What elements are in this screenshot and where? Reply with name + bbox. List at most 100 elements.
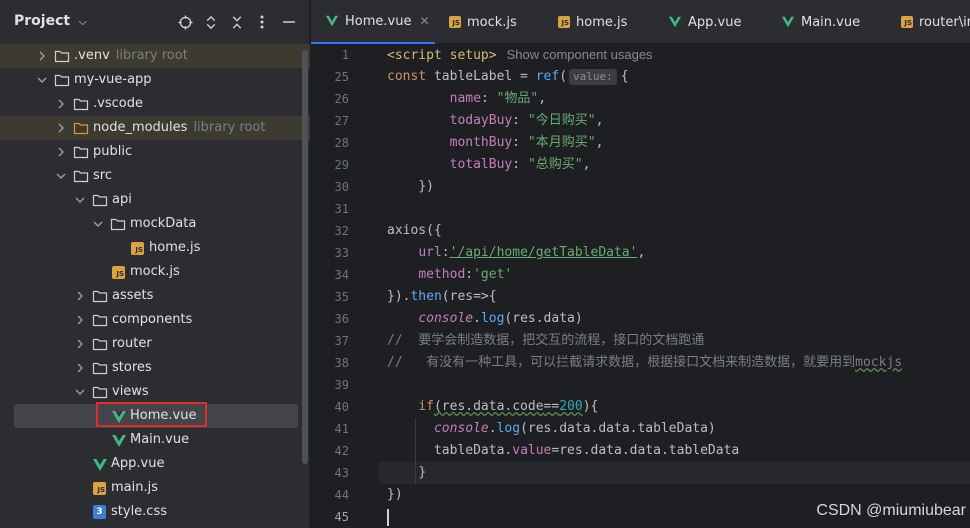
tree-item-mock-js[interactable]: JS mock.js xyxy=(0,260,310,284)
tree-item-home-js[interactable]: JS home.js xyxy=(0,236,310,260)
tree-item-venv[interactable]: .venv library root xyxy=(0,44,310,68)
tree-item-label: components xyxy=(112,312,193,327)
chevron-right-icon[interactable] xyxy=(36,44,48,68)
tree-item-mockdata[interactable]: mockData xyxy=(0,212,310,236)
code-token: tableData. xyxy=(433,443,513,458)
expand-all-icon[interactable] xyxy=(201,11,221,33)
collapse-all-icon[interactable] xyxy=(227,11,247,33)
tree-item-style-css[interactable]: 3 style.css xyxy=(0,500,310,524)
vue-file-icon xyxy=(668,16,682,28)
code-token: (res.data.data.tableData) xyxy=(520,421,716,436)
code-token: if xyxy=(418,399,434,414)
tree-item-stores[interactable]: stores xyxy=(0,356,310,380)
chevron-right-icon[interactable] xyxy=(74,332,86,356)
folder-icon xyxy=(73,170,89,183)
script-tag: <script setup> xyxy=(387,48,497,63)
tree-item-label: .venv xyxy=(74,48,110,63)
code-line: console.log(res.data.data.tableData) xyxy=(387,418,716,440)
js-file-icon: JS xyxy=(131,242,144,255)
tree-item-my-vue-app[interactable]: my-vue-app xyxy=(0,68,310,92)
code-line: <script setup> Show component usages xyxy=(387,44,653,66)
tab-label: Main.vue xyxy=(801,14,861,30)
code-token: 'get' xyxy=(473,267,513,282)
code-area[interactable]: <script setup> Show component usages cons… xyxy=(311,44,970,528)
code-token: ){ xyxy=(582,399,599,414)
chevron-down-icon[interactable] xyxy=(74,380,86,404)
code-token: console xyxy=(418,311,474,326)
hide-panel-icon[interactable] xyxy=(279,11,299,33)
vue-file-icon xyxy=(781,16,795,28)
chevron-right-icon[interactable] xyxy=(55,140,67,164)
chevron-down-icon[interactable] xyxy=(36,68,48,92)
tree-item-label: App.vue xyxy=(111,456,165,471)
vue-file-icon xyxy=(112,435,126,447)
tree-item-components[interactable]: components xyxy=(0,308,310,332)
vue-file-icon xyxy=(325,15,339,27)
vue-file-icon xyxy=(93,459,107,471)
code-token: then xyxy=(410,289,442,304)
tab-main-vue[interactable]: Main.vue xyxy=(781,0,860,44)
code-token: axios({ xyxy=(387,223,442,238)
code-token: '/api/home/getTableData' xyxy=(449,245,638,260)
chevron-down-icon[interactable] xyxy=(74,188,86,212)
code-token: "物品" xyxy=(496,91,539,106)
tab-label: Home.vue xyxy=(345,13,412,29)
tree-item-label: router xyxy=(112,336,152,351)
chevron-right-icon[interactable] xyxy=(55,92,67,116)
close-icon[interactable]: ✕ xyxy=(419,14,429,28)
chevron-right-icon[interactable] xyxy=(55,116,67,140)
tree-item-api[interactable]: api xyxy=(0,188,310,212)
tree-item-assets[interactable]: assets xyxy=(0,284,310,308)
folder-icon xyxy=(92,314,108,327)
highlight-annotation-box xyxy=(96,402,207,427)
tree-item-label: node_modules xyxy=(93,120,188,135)
code-token: ref xyxy=(535,69,560,84)
chevron-right-icon[interactable] xyxy=(74,356,86,380)
chevron-down-icon[interactable] xyxy=(55,164,67,188)
folder-excluded-icon xyxy=(73,122,89,135)
tab-home-js[interactable]: JS home.js xyxy=(558,0,627,44)
more-options-icon[interactable] xyxy=(252,11,272,33)
code-token: == xyxy=(543,399,560,414)
tree-item-vscode[interactable]: .vscode xyxy=(0,92,310,116)
show-component-usages-link[interactable]: Show component usages xyxy=(507,47,653,62)
code-token: log xyxy=(480,311,505,326)
tab-app-vue[interactable]: App.vue xyxy=(668,0,741,44)
code-line: totalBuy: "总购买", xyxy=(449,157,591,172)
tab-mock-js[interactable]: JS mock.js xyxy=(449,0,517,44)
code-line: }) xyxy=(387,176,434,198)
chevron-right-icon[interactable] xyxy=(74,308,86,332)
text-caret xyxy=(387,509,389,526)
code-line: name: "物品", xyxy=(449,91,547,106)
code-token: // 有没有一种工具，可以拦截请求数据，根据接口文档来制造数据，就要用到 xyxy=(387,355,856,370)
tree-item-label: mockData xyxy=(130,216,197,231)
tree-item-main-js[interactable]: JS main.js xyxy=(0,476,310,500)
folder-icon xyxy=(110,218,126,231)
tree-item-label: stores xyxy=(112,360,152,375)
tree-item-app-vue[interactable]: App.vue xyxy=(0,452,310,476)
folder-icon xyxy=(92,362,108,375)
tree-scrollbar[interactable] xyxy=(302,50,308,464)
code-token: . xyxy=(488,421,497,436)
tab-home-vue[interactable]: Home.vue ✕ xyxy=(311,0,435,44)
tree-item-router[interactable]: router xyxy=(0,332,310,356)
tab-label: App.vue xyxy=(688,14,742,30)
editor-tabs: Home.vue ✕ JS mock.js JS home.js App.vue… xyxy=(311,0,970,44)
tree-item-public[interactable]: public xyxy=(0,140,310,164)
tree-item-views[interactable]: views xyxy=(0,380,310,404)
tree-item-label: Main.vue xyxy=(130,432,190,447)
tree-item-main-vue[interactable]: Main.vue xyxy=(0,428,310,452)
chevron-right-icon[interactable] xyxy=(74,284,86,308)
tree-item-src[interactable]: src xyxy=(0,164,310,188)
locate-crosshair-icon[interactable] xyxy=(175,11,195,33)
watermark: CSDN @miumiubear xyxy=(816,502,966,519)
tree-item-label: mock.js xyxy=(130,264,180,279)
tree-item-label: public xyxy=(93,144,133,159)
code-token: todayBuy xyxy=(449,113,513,128)
chevron-down-icon[interactable] xyxy=(92,212,104,236)
project-view-selector[interactable]: Project ⌵ xyxy=(14,13,87,29)
code-token: . xyxy=(473,311,481,326)
tab-router-index[interactable]: JS router\in xyxy=(901,0,970,44)
tree-item-node-modules[interactable]: node_modules library root xyxy=(0,116,310,140)
code-line: monthBuy: "本月购买", xyxy=(449,135,604,150)
